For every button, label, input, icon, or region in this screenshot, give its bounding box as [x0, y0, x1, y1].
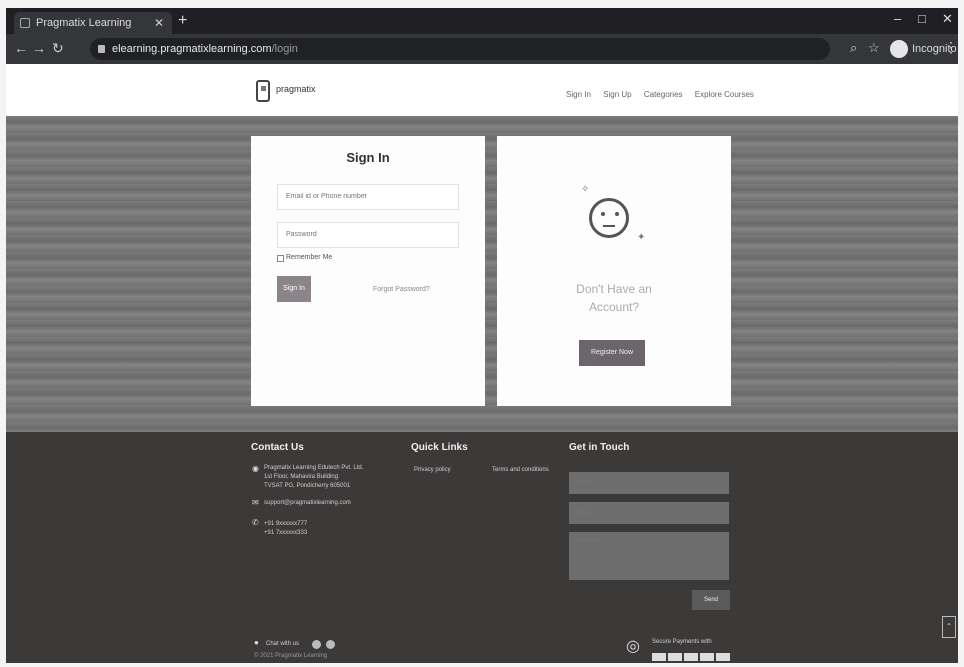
no-account-message: Don't Have an Account? [497, 280, 731, 316]
location-icon: ◉ [252, 464, 259, 473]
contact-heading: Contact Us [251, 442, 304, 453]
chat-with-us[interactable]: Chat with us [266, 640, 299, 649]
nav-sign-in[interactable]: Sign In [566, 90, 591, 99]
url-field[interactable]: elearning.pragmatixlearning.com/login [90, 38, 830, 60]
remember-me-checkbox[interactable] [277, 255, 284, 262]
remember-me[interactable]: Remember Me [277, 254, 333, 262]
contact-address: Pragmatix Learning Edutech Pvt. Ltd. 1st… [264, 464, 363, 491]
sign-in-card: Sign In Remember Me Sign In Forgot Passw… [251, 136, 485, 406]
remember-me-label: Remember Me [286, 254, 333, 261]
forgot-password-link[interactable]: Forgot Password? [373, 286, 430, 293]
browser-window: Pragmatix Learning ✕ + – □ ✕ ← → ↻ elear… [6, 8, 958, 663]
browser-tab[interactable]: Pragmatix Learning ✕ [14, 12, 172, 34]
url-path: /login [271, 43, 298, 55]
contact-email-field[interactable] [569, 502, 729, 524]
reload-icon[interactable]: ↻ [52, 40, 64, 57]
phone-icon: ✆ [252, 518, 259, 527]
scroll-to-top-button[interactable]: ⌃ [942, 616, 956, 638]
address-line: TVSAT PG, Pondicherry 605001 [264, 483, 351, 489]
nav-sign-up[interactable]: Sign Up [603, 90, 631, 99]
register-now-button[interactable]: Register Now [579, 340, 645, 366]
incognito-icon [890, 40, 908, 58]
eye [615, 212, 619, 216]
nav-categories[interactable]: Categories [644, 90, 683, 99]
contact-phones: +91 9xxxxxx777 +91 7xxxxxx333 [264, 520, 307, 538]
visa-icon [652, 653, 666, 661]
tab-strip: Pragmatix Learning ✕ + – □ ✕ [6, 8, 958, 34]
phone-number[interactable]: +91 7xxxxxx333 [264, 529, 307, 538]
no-account-line2: Account? [588, 300, 640, 314]
secure-badge-icon: ◎ [626, 638, 640, 655]
get-in-touch-heading: Get in Touch [569, 442, 630, 453]
browser-menu-icon[interactable]: ⋮ [944, 39, 958, 56]
address-line: Pragmatix Learning Edutech Pvt. Ltd. [264, 465, 364, 471]
email-field[interactable] [277, 184, 459, 210]
forward-icon[interactable]: → [32, 40, 46, 56]
close-tab-icon[interactable]: ✕ [154, 12, 164, 34]
site-footer: Contact Us ◉ Pragmatix Learning Edutech … [6, 432, 958, 663]
new-tab-icon[interactable]: + [178, 12, 187, 30]
phone-number[interactable]: +91 9xxxxxx777 [264, 520, 307, 529]
favicon-icon [20, 18, 30, 28]
address-line: 1st Floor, Mahavira Building [264, 474, 339, 480]
rupay-icon [684, 653, 698, 661]
mouth [603, 225, 615, 227]
back-icon[interactable]: ← [14, 40, 28, 56]
register-card: ✧ ✦ Don't Have an Account? Register Now [497, 136, 731, 406]
facebook-icon[interactable] [312, 640, 321, 649]
netbanking-icon [716, 653, 730, 661]
chat-icon: ● [254, 638, 259, 647]
sign-in-title: Sign In [346, 150, 390, 165]
contact-message-field[interactable] [569, 532, 729, 580]
maximize-icon[interactable]: □ [918, 11, 926, 26]
minimize-icon[interactable]: – [894, 11, 901, 26]
terms-link[interactable]: Terms and conditions [492, 466, 549, 475]
no-account-line1: Don't Have an [576, 282, 652, 296]
close-window-icon[interactable]: ✕ [942, 11, 953, 27]
sign-in-button[interactable]: Sign In [277, 276, 311, 302]
site-header: pragmatix Sign In Sign Up Categories Exp… [6, 64, 958, 116]
upi-icon [700, 653, 714, 661]
quick-links-heading: Quick Links [411, 442, 468, 453]
zoom-icon[interactable]: ⌕ [850, 40, 857, 56]
url-host: elearning.pragmatixlearning.com [112, 43, 272, 55]
tab-title: Pragmatix Learning [36, 17, 132, 29]
password-field[interactable] [277, 222, 459, 248]
lock-icon [98, 45, 105, 53]
eye [601, 212, 605, 216]
address-bar-row: ← → ↻ elearning.pragmatixlearning.com/lo… [6, 34, 958, 64]
instagram-icon[interactable] [326, 640, 335, 649]
bookmark-star-icon[interactable]: ☆ [868, 40, 880, 56]
sparkle-icon: ✦ [637, 232, 646, 243]
logo-text: pragmatix [276, 84, 316, 94]
contact-name-field[interactable] [569, 472, 729, 494]
copyright: © 2021 Pragmatix Learning [254, 653, 328, 659]
mail-icon: ✉ [252, 498, 259, 507]
secure-payments-label: Secure Payments with [652, 639, 712, 645]
nav-explore-courses[interactable]: Explore Courses [695, 90, 754, 99]
logo-icon [256, 80, 270, 102]
send-button[interactable]: Send [692, 590, 730, 610]
contact-email[interactable]: support@pragmatixlearning.com [264, 499, 351, 508]
top-navigation: Sign In Sign Up Categories Explore Cours… [566, 90, 764, 99]
sad-face-icon [589, 198, 629, 238]
sparkle-icon: ✧ [581, 184, 590, 195]
privacy-policy-link[interactable]: Privacy policy [414, 466, 451, 475]
payment-methods [652, 648, 732, 663]
mastercard-icon [668, 653, 682, 661]
login-hero: Sign In Remember Me Sign In Forgot Passw… [6, 116, 958, 432]
